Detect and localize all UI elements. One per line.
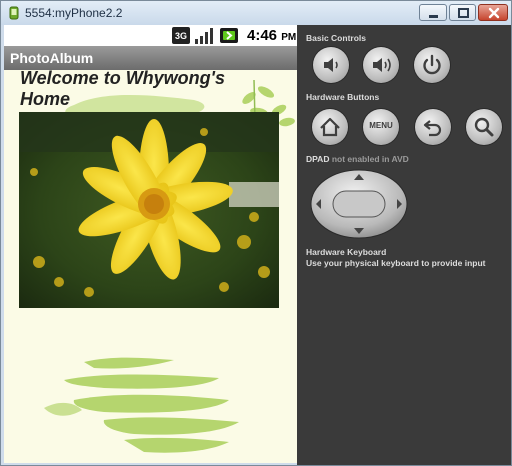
emulator-control-panel: Basic Controls Hardware Buttons MENU DPA…	[297, 25, 511, 465]
emulator-window: 5554:myPhone2.2 3G 4:46 PM PhotoAlbum We…	[0, 0, 512, 466]
minimize-icon	[429, 15, 438, 18]
battery-icon	[220, 28, 238, 43]
volume-down-icon	[324, 58, 338, 72]
basic-controls-label: Basic Controls	[306, 33, 366, 43]
hardware-keyboard-hint: Use your physical keyboard to provide in…	[306, 258, 486, 268]
emulator-app-icon	[9, 6, 19, 20]
volume-up-button[interactable]	[363, 47, 399, 83]
dpad[interactable]	[309, 168, 409, 240]
app-title: PhotoAlbum	[10, 50, 94, 66]
title-bar[interactable]: 5554:myPhone2.2	[1, 1, 511, 25]
hardware-keyboard-title: Hardware Keyboard	[306, 247, 387, 257]
signal-icon	[195, 28, 213, 44]
close-icon	[488, 7, 500, 19]
home-button[interactable]	[312, 109, 348, 145]
close-button[interactable]	[478, 4, 508, 21]
app-content: Welcome to Whywong's Home	[4, 68, 297, 463]
maximize-button[interactable]	[449, 4, 476, 21]
app-title-bar: PhotoAlbum	[4, 46, 297, 70]
volume-up-icon	[373, 58, 391, 72]
minimize-button[interactable]	[419, 4, 447, 21]
volume-down-button[interactable]	[313, 47, 349, 83]
power-button[interactable]	[414, 47, 450, 83]
phone-screen[interactable]: 3G 4:46 PM PhotoAlbum Welcome to Whywong…	[4, 25, 297, 463]
search-button[interactable]	[466, 109, 502, 145]
status-bar: 3G 4:46 PM	[4, 25, 297, 46]
back-icon	[423, 120, 442, 137]
menu-button[interactable]: MENU	[363, 109, 399, 145]
3g-icon: 3G	[172, 27, 190, 44]
search-icon	[474, 117, 494, 137]
window-title: 5554:myPhone2.2	[25, 6, 123, 20]
menu-button-label: MENU	[369, 121, 393, 130]
dpad-label: DPAD not enabled in AVD	[306, 154, 409, 164]
welcome-heading: Welcome to Whywong's Home	[20, 68, 225, 109]
maximize-icon	[458, 8, 469, 18]
status-clock: 4:46 PM	[247, 27, 297, 44]
svg-text:3G: 3G	[175, 31, 187, 41]
home-icon	[320, 117, 340, 137]
power-icon	[423, 54, 441, 75]
back-button[interactable]	[415, 109, 451, 145]
flower-photo	[19, 112, 279, 308]
hardware-buttons-label: Hardware Buttons	[306, 92, 380, 102]
